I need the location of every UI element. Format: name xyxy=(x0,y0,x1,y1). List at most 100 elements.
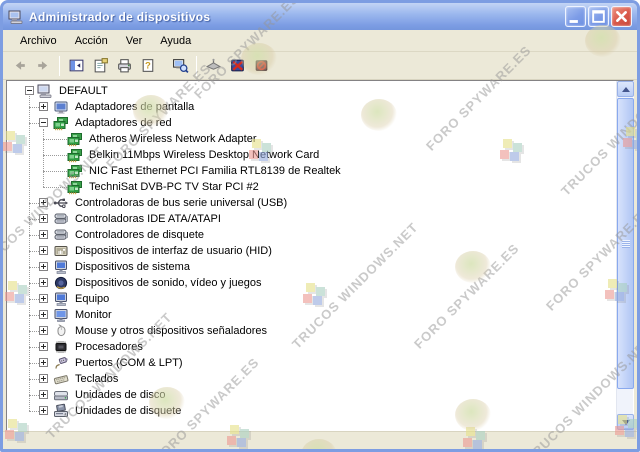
tree-item-label[interactable]: Dispositivos de sonido, vídeo y juegos xyxy=(73,275,264,291)
tree-row[interactable]: Adaptadores de red xyxy=(9,115,614,131)
vertical-scrollbar[interactable] xyxy=(616,81,634,430)
menu-ver[interactable]: Ver xyxy=(117,32,152,50)
tree-connector xyxy=(43,139,67,140)
menu-accion[interactable]: Acción xyxy=(66,32,117,50)
device-tree-panel: DEFAULT Adaptadores de pantalla Adaptadore… xyxy=(6,80,634,431)
disable-device-button[interactable] xyxy=(225,54,249,78)
tree-item-label[interactable]: Controladores de disquete xyxy=(73,227,206,243)
minimize-button[interactable] xyxy=(565,6,586,27)
tree-item-label[interactable]: Adaptadores de red xyxy=(73,115,174,131)
tree-row[interactable]: Belkin 11Mbps Wireless Desktop Network C… xyxy=(9,147,614,163)
collapse-icon[interactable] xyxy=(39,118,48,127)
tree-item-label[interactable]: Puertos (COM & LPT) xyxy=(73,355,185,371)
computer-icon xyxy=(37,83,53,99)
properties-icon xyxy=(94,58,108,73)
tree-row[interactable]: Atheros Wireless Network Adapter xyxy=(9,131,614,147)
scan-for-hardware-changes-icon xyxy=(172,59,189,74)
tree-row[interactable]: Monitor xyxy=(9,307,614,323)
tree-row[interactable]: NIC Fast Ethernet PCI Familia RTL8139 de… xyxy=(9,163,614,179)
print-button[interactable] xyxy=(112,54,136,78)
tree-item-label[interactable]: Controladoras IDE ATA/ATAPI xyxy=(73,211,223,227)
toolbar: ? xyxy=(3,52,637,80)
tree-item-label[interactable]: Belkin 11Mbps Wireless Desktop Network C… xyxy=(87,147,321,163)
tree-connector xyxy=(29,347,39,348)
expand-icon[interactable] xyxy=(39,310,48,319)
tree-row[interactable]: Controladores de disquete xyxy=(9,227,614,243)
scrollbar-up-button[interactable] xyxy=(617,81,634,97)
tree-row[interactable]: Controladoras IDE ATA/ATAPI xyxy=(9,211,614,227)
tree-item-label[interactable]: NIC Fast Ethernet PCI Familia RTL8139 de… xyxy=(87,163,343,179)
tree-row[interactable]: Controladoras de bus serie universal (US… xyxy=(9,195,614,211)
tree-item-label[interactable]: Equipo xyxy=(73,291,111,307)
help-button[interactable]: ? xyxy=(136,54,160,78)
tree-item-label[interactable]: Dispositivos de interfaz de usuario (HID… xyxy=(73,243,274,259)
tree-row[interactable]: Unidades de disquete xyxy=(9,403,614,419)
tree-row[interactable]: Dispositivos de interfaz de usuario (HID… xyxy=(9,243,614,259)
update-driver-button[interactable] xyxy=(201,54,225,78)
show-hide-console-tree-icon xyxy=(69,59,83,72)
tree-connector xyxy=(29,267,39,268)
tree-row[interactable]: Procesadores xyxy=(9,339,614,355)
expand-icon[interactable] xyxy=(39,198,48,207)
expand-icon[interactable] xyxy=(39,358,48,367)
expand-icon[interactable] xyxy=(39,326,48,335)
tree-connector xyxy=(29,283,39,284)
expand-icon[interactable] xyxy=(39,230,48,239)
tree-connector xyxy=(43,171,67,172)
tree-row[interactable]: Puertos (COM & LPT) xyxy=(9,355,614,371)
maximize-button[interactable] xyxy=(588,6,609,27)
tree-connector xyxy=(29,251,39,252)
tree-item-label[interactable]: Dispositivos de sistema xyxy=(73,259,192,275)
expand-icon[interactable] xyxy=(39,102,48,111)
tree-item-label[interactable]: Procesadores xyxy=(73,339,145,355)
tree-row[interactable]: TechniSat DVB-PC TV Star PCI #2 xyxy=(9,179,614,195)
scrollbar-thumb[interactable] xyxy=(617,98,634,389)
scrollbar-down-button[interactable] xyxy=(617,414,634,430)
close-button[interactable] xyxy=(611,6,632,27)
tree-connector xyxy=(29,123,39,124)
tree-item-label[interactable]: Adaptadores de pantalla xyxy=(73,99,196,115)
expand-icon[interactable] xyxy=(39,390,48,399)
tree-row[interactable]: Dispositivos de sonido, vídeo y juegos xyxy=(9,275,614,291)
tree-connector xyxy=(43,187,67,188)
show-hide-console-tree-button[interactable] xyxy=(64,54,88,78)
expand-icon[interactable] xyxy=(39,406,48,415)
tree-item-label[interactable]: Atheros Wireless Network Adapter xyxy=(87,131,259,147)
cpu-icon xyxy=(53,339,69,355)
tree-row[interactable]: DEFAULT xyxy=(9,83,614,99)
titlebar[interactable]: Administrador de dispositivos xyxy=(3,3,637,30)
expand-icon[interactable] xyxy=(39,262,48,271)
system-device-icon xyxy=(53,291,69,307)
tree-row[interactable]: Adaptadores de pantalla xyxy=(9,99,614,115)
properties-button[interactable] xyxy=(88,54,112,78)
expand-icon[interactable] xyxy=(39,294,48,303)
back-button[interactable] xyxy=(7,54,31,78)
tree-item-label[interactable]: Unidades de disco xyxy=(73,387,168,403)
tree-item-label[interactable]: DEFAULT xyxy=(57,83,110,99)
expand-icon[interactable] xyxy=(39,278,48,287)
network-adapter-icon xyxy=(67,179,83,195)
expand-icon[interactable] xyxy=(39,374,48,383)
tree-item-label[interactable]: Unidades de disquete xyxy=(73,403,183,419)
collapse-icon[interactable] xyxy=(25,86,34,95)
expand-icon[interactable] xyxy=(39,342,48,351)
menu-ayuda[interactable]: Ayuda xyxy=(151,32,200,50)
forward-button[interactable] xyxy=(31,54,55,78)
tree-item-label[interactable]: Mouse y otros dispositivos señaladores xyxy=(73,323,269,339)
minimize-icon xyxy=(569,20,578,23)
tree-row[interactable]: Mouse y otros dispositivos señaladores xyxy=(9,323,614,339)
scan-for-hardware-changes-button[interactable] xyxy=(168,54,192,78)
uninstall-device-button[interactable] xyxy=(249,54,273,78)
tree-row[interactable]: Teclados xyxy=(9,371,614,387)
expand-icon[interactable] xyxy=(39,214,48,223)
tree-row[interactable]: Unidades de disco xyxy=(9,387,614,403)
expand-icon[interactable] xyxy=(39,246,48,255)
tree-item-label[interactable]: TechniSat DVB-PC TV Star PCI #2 xyxy=(87,179,261,195)
tree-item-label[interactable]: Controladoras de bus serie universal (US… xyxy=(73,195,289,211)
tree-connector xyxy=(29,411,39,412)
tree-item-label[interactable]: Teclados xyxy=(73,371,120,387)
tree-item-label[interactable]: Monitor xyxy=(73,307,114,323)
menu-archivo[interactable]: Archivo xyxy=(11,32,66,50)
tree-row[interactable]: Dispositivos de sistema xyxy=(9,259,614,275)
tree-row[interactable]: Equipo xyxy=(9,291,614,307)
